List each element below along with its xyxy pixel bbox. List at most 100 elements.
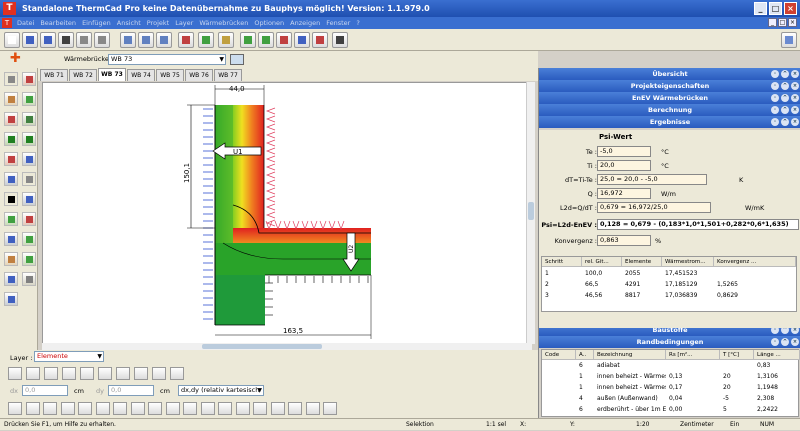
save-button[interactable] <box>22 32 38 48</box>
grid-button[interactable] <box>178 32 194 48</box>
app-icon[interactable]: T <box>3 2 16 15</box>
menu-item[interactable]: Optionen <box>254 19 284 27</box>
view-option-icon[interactable] <box>113 402 127 415</box>
move-icon[interactable] <box>22 92 36 106</box>
section-pin-icon[interactable]: ◦ <box>771 70 779 78</box>
snap-perp-icon[interactable] <box>98 367 112 380</box>
arrow-icon[interactable] <box>4 232 18 246</box>
dx-input[interactable]: 0,0 <box>22 385 68 396</box>
node-icon[interactable] <box>4 112 18 126</box>
polyline-icon[interactable] <box>22 152 36 166</box>
rect-icon[interactable] <box>4 172 18 186</box>
mdi-close-button[interactable]: × <box>788 18 797 27</box>
view-option-icon[interactable] <box>165 402 180 415</box>
dy-input[interactable]: 0,0 <box>108 385 154 396</box>
layer-select[interactable]: Elemente ▼ <box>34 351 104 362</box>
coord-mode-select[interactable]: dx,dy (relativ kartesisch ▼ <box>178 385 264 396</box>
view-option-icon[interactable] <box>43 402 57 415</box>
snap-off-icon[interactable] <box>170 367 184 380</box>
section-randbedingungen[interactable]: Randbedingungen ◦ ^ × <box>539 336 800 348</box>
text-b-icon[interactable] <box>4 132 18 146</box>
section-pin-icon[interactable]: ◦ <box>771 106 779 114</box>
copy-icon[interactable] <box>22 252 36 266</box>
canvas-vscroll[interactable] <box>526 82 535 344</box>
result-value[interactable]: -5,0 <box>597 146 651 157</box>
mirror-icon[interactable] <box>4 252 18 266</box>
section-close-icon[interactable]: × <box>791 94 799 102</box>
section-ergebnisse[interactable]: Ergebnisse ◦ ^ × <box>539 116 800 128</box>
wb-select[interactable]: WB 73 ▼ <box>108 54 226 65</box>
tab-wb-74[interactable]: WB 74 <box>127 69 155 81</box>
drawing-canvas[interactable]: 44,0 150,1 163,5 U1 U2 <box>42 82 534 344</box>
view-option-icon[interactable] <box>218 402 232 415</box>
text-r-icon[interactable] <box>22 132 36 146</box>
view-option-icon[interactable] <box>8 402 22 415</box>
section-pin-icon[interactable]: ◦ <box>771 338 779 346</box>
view-option-icon[interactable] <box>235 402 250 415</box>
boundary-icon[interactable] <box>22 232 36 246</box>
scale-icon[interactable] <box>4 272 18 286</box>
maximize-button[interactable]: □ <box>769 2 782 15</box>
menu-item[interactable]: Ansicht <box>117 19 141 27</box>
check-button[interactable] <box>218 32 234 48</box>
result-value[interactable]: 0,679 = 16,972/25,0 <box>597 202 711 213</box>
result-value[interactable]: 20,0 <box>597 160 651 171</box>
ruler-icon[interactable] <box>4 292 18 306</box>
tab-wb-73[interactable]: WB 73 <box>98 68 126 81</box>
section-close-icon[interactable]: × <box>791 82 799 90</box>
tab-wb-72[interactable]: WB 72 <box>69 69 97 81</box>
snap-center-icon[interactable] <box>62 367 76 380</box>
print-button[interactable] <box>58 32 74 48</box>
psi-value[interactable]: 0,128 = 0,679 - (0,183*1,0*1,501+0,282*0… <box>597 219 799 230</box>
tab-wb-75[interactable]: WB 75 <box>156 69 184 81</box>
help-button[interactable] <box>332 32 348 48</box>
calc-button[interactable] <box>198 32 214 48</box>
measure-icon[interactable] <box>22 212 36 226</box>
layer-icon[interactable] <box>22 272 36 286</box>
section-close-icon[interactable]: × <box>791 70 799 78</box>
view-option-icon[interactable] <box>305 402 320 415</box>
view-option-icon[interactable] <box>200 402 215 415</box>
report-button[interactable] <box>294 32 310 48</box>
menu-item[interactable]: Datei <box>17 19 34 27</box>
view-option-icon[interactable] <box>95 402 110 415</box>
section-berechnung[interactable]: Berechnung ◦ ^ × <box>539 104 800 116</box>
menu-item[interactable]: Bearbeiten <box>40 19 76 27</box>
close-button[interactable]: × <box>784 2 797 15</box>
minimize-button[interactable]: _ <box>754 2 767 15</box>
mdi-restore-button[interactable]: □ <box>778 18 787 27</box>
section-collapse-icon[interactable]: ^ <box>781 82 789 90</box>
snap-ortho-icon[interactable] <box>152 367 166 380</box>
snap-tangent-icon[interactable] <box>116 367 130 380</box>
export-button[interactable] <box>240 32 256 48</box>
tab-wb-77[interactable]: WB 77 <box>214 69 242 81</box>
result-value[interactable]: 25,0 = 20,0 - -5,0 <box>597 174 707 185</box>
section-pin-icon[interactable]: ◦ <box>771 94 779 102</box>
wb-edit-icon[interactable] <box>230 54 244 65</box>
section-close-icon[interactable]: × <box>791 118 799 126</box>
export3-button[interactable] <box>276 32 292 48</box>
export2-button[interactable] <box>258 32 274 48</box>
view-option-icon[interactable] <box>60 402 75 415</box>
section-projekteigenschaften[interactable]: Projekteigenschaften ◦ ^ × <box>539 80 800 92</box>
section-collapse-icon[interactable]: ^ <box>781 118 789 126</box>
snap-grid-icon[interactable] <box>8 367 22 380</box>
view-option-icon[interactable] <box>130 402 145 415</box>
mdi-minimize-button[interactable]: _ <box>768 18 777 27</box>
tab-wb-76[interactable]: WB 76 <box>185 69 213 81</box>
new-file-button[interactable] <box>4 32 20 48</box>
foundation-shape[interactable] <box>215 275 265 325</box>
fill-icon[interactable] <box>4 212 18 226</box>
view-option-icon[interactable] <box>25 402 40 415</box>
section-collapse-icon[interactable]: ^ <box>781 70 789 78</box>
grid-toggle-button[interactable] <box>781 32 797 48</box>
canvas-hscroll[interactable] <box>42 343 532 350</box>
view-option-icon[interactable] <box>183 402 197 415</box>
view-option-icon[interactable] <box>288 402 302 415</box>
rotate-icon[interactable] <box>22 112 36 126</box>
menu-item[interactable]: Einfügen <box>82 19 111 27</box>
snap-end-icon[interactable] <box>26 367 40 380</box>
thermal-drawing[interactable]: 44,0 150,1 163,5 U1 U2 <box>43 83 535 345</box>
menu-item[interactable]: Projekt <box>147 19 169 27</box>
menu-item[interactable]: Wärmebrücken <box>199 19 248 27</box>
